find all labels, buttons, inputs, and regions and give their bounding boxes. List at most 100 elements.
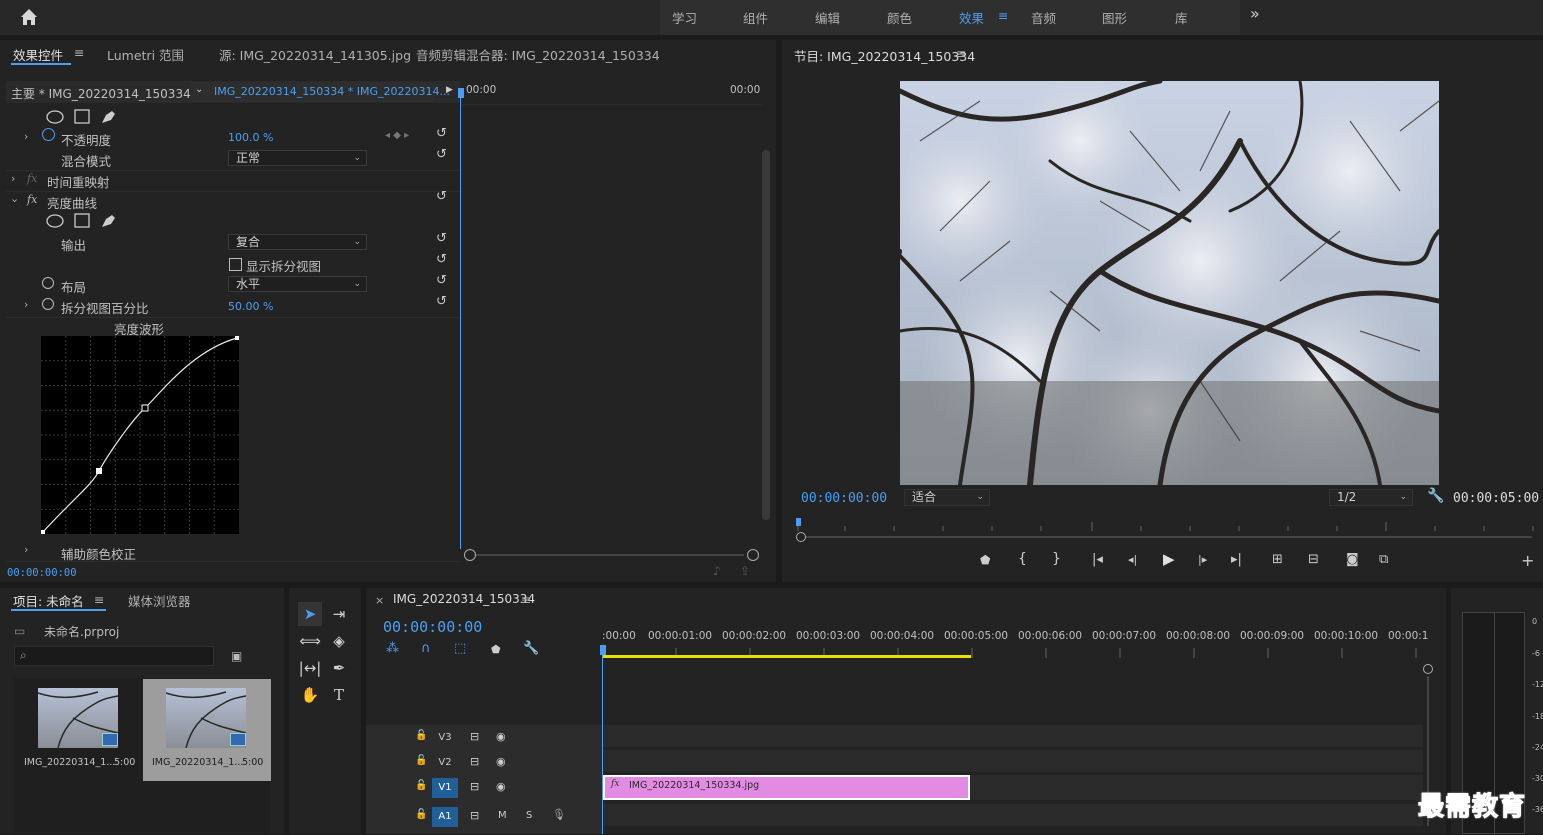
- linked-selection-icon[interactable]: ⬚: [454, 641, 466, 656]
- timeline-zoom-handle[interactable]: [1423, 664, 1433, 674]
- tab-source[interactable]: 源: IMG_20220314_141305.jpg: [219, 45, 411, 64]
- ellipse-mask-icon[interactable]: [46, 110, 64, 124]
- workspace-graphics[interactable]: 图形: [1102, 8, 1127, 27]
- ripple-edit-tool-icon[interactable]: ⟺: [298, 629, 322, 653]
- step-forward-icon[interactable]: |▸: [1198, 553, 1207, 566]
- track-label-v1[interactable]: V1: [432, 778, 458, 798]
- workspace-color[interactable]: 颜色: [887, 8, 912, 27]
- fit-select[interactable]: 适合 ⌄: [904, 489, 990, 506]
- wrench-icon[interactable]: 🔧: [1427, 488, 1444, 504]
- ellipse-mask-icon[interactable]: [46, 214, 64, 228]
- extract-icon[interactable]: ⊟: [1308, 552, 1319, 567]
- solo-button[interactable]: S: [526, 810, 532, 821]
- menu-icon[interactable]: ≡: [998, 8, 1008, 23]
- opacity-value[interactable]: 100.0 %: [228, 131, 273, 144]
- slip-tool-icon[interactable]: |↔|: [298, 656, 322, 680]
- keyframe-nav-icon[interactable]: ◂ ◆ ▸: [385, 130, 409, 141]
- sequence-tab[interactable]: IMG_20220314_150334: [393, 592, 535, 606]
- panel-menu-icon[interactable]: ≡: [74, 45, 84, 60]
- reset-icon[interactable]: ↺: [436, 252, 447, 267]
- blend-mode-select[interactable]: 正常 ⌄: [228, 150, 367, 166]
- sync-lock-icon[interactable]: ⊟: [470, 809, 479, 822]
- stopwatch-icon[interactable]: [42, 277, 54, 289]
- reset-icon[interactable]: ↺: [436, 126, 447, 141]
- reset-icon[interactable]: ↺: [436, 294, 447, 309]
- export-icon[interactable]: ⇪: [740, 564, 750, 578]
- hand-tool-icon[interactable]: ✋: [298, 683, 322, 707]
- compare-view-icon[interactable]: ⧉: [1379, 552, 1388, 567]
- program-zoom-bar[interactable]: [796, 532, 1538, 544]
- workspace-assembly[interactable]: 组件: [743, 8, 768, 27]
- project-item-selected[interactable]: IMG_20220314_1... 5:00: [143, 679, 271, 781]
- workspace-audio[interactable]: 音频: [1031, 8, 1056, 27]
- collapse-icon[interactable]: ⌄: [10, 192, 19, 205]
- step-back-icon[interactable]: ◂|: [1128, 553, 1137, 566]
- rect-mask-icon[interactable]: [74, 109, 90, 124]
- pen-mask-icon[interactable]: [102, 215, 115, 227]
- timeline-clip[interactable]: fx IMG_20220314_150334.jpg: [603, 775, 970, 800]
- stopwatch-icon[interactable]: [42, 128, 55, 141]
- expand-icon[interactable]: ›: [11, 172, 15, 185]
- expand-icon[interactable]: ›: [24, 543, 28, 556]
- tab-project[interactable]: 项目: 未命名: [13, 591, 84, 610]
- program-timecode[interactable]: 00:00:00:00: [801, 491, 887, 506]
- timeline-timecode[interactable]: 00:00:00:00: [383, 618, 482, 636]
- add-marker-icon[interactable]: ⬟: [491, 643, 501, 656]
- pen-tool-icon[interactable]: ✒: [327, 656, 351, 680]
- workspace-libraries[interactable]: 库: [1175, 8, 1188, 27]
- timeline-playhead[interactable]: [602, 646, 603, 834]
- expand-icon[interactable]: ›: [24, 298, 28, 311]
- tab-media-browser[interactable]: 媒体浏览器: [128, 591, 191, 610]
- tab-effect-controls[interactable]: 效果控件: [13, 45, 63, 64]
- layout-select[interactable]: 水平 ⌄: [228, 276, 367, 292]
- workspace-effects[interactable]: 效果: [959, 8, 984, 27]
- selection-tool-icon[interactable]: ➤: [298, 602, 322, 626]
- program-ruler[interactable]: [796, 518, 1538, 532]
- track-label-a1[interactable]: A1: [432, 807, 458, 827]
- tab-lumetri-scopes[interactable]: Lumetri 范围: [107, 45, 184, 64]
- ec-footer-timecode[interactable]: 00:00:00:00: [7, 567, 77, 579]
- camera-icon[interactable]: ◙: [1346, 552, 1359, 567]
- workspace-learn[interactable]: 学习: [672, 8, 697, 27]
- razor-tool-icon[interactable]: ◈: [327, 629, 351, 653]
- go-to-out-icon[interactable]: ▸|: [1231, 552, 1242, 567]
- lock-icon[interactable]: 🔓: [415, 755, 427, 766]
- nest-icon[interactable]: ⁂: [386, 641, 399, 656]
- go-to-in-icon[interactable]: |◂: [1092, 552, 1103, 567]
- split-percent-value[interactable]: 50.00 %: [228, 300, 273, 313]
- panel-menu-icon[interactable]: ≡: [956, 46, 966, 61]
- project-item[interactable]: IMG_20220314_1... 5:00: [16, 680, 142, 780]
- luma-curve-graph[interactable]: [41, 336, 239, 534]
- program-title[interactable]: 节目: IMG_20220314_150334: [794, 46, 975, 65]
- close-icon[interactable]: ×: [375, 594, 384, 607]
- add-marker-icon[interactable]: ⬟: [980, 553, 990, 567]
- wrench-icon[interactable]: 🔧: [523, 641, 539, 656]
- reset-icon[interactable]: ↺: [436, 147, 447, 162]
- stopwatch-icon[interactable]: [42, 298, 54, 310]
- microphone-icon[interactable]: 🎙: [552, 808, 566, 821]
- tab-audio-clip-mixer[interactable]: 音频剪辑混合器: IMG_20220314_150334: [416, 45, 660, 64]
- reset-icon[interactable]: ↺: [436, 273, 447, 288]
- project-search-input[interactable]: ⌕: [14, 646, 214, 666]
- clip-selector[interactable]: ⌄ IMG_20220314_150334 * IMG_20220314...: [191, 82, 450, 102]
- ec-playhead[interactable]: [460, 89, 461, 549]
- lock-icon[interactable]: 🔓: [415, 780, 427, 791]
- audio-icon[interactable]: ♪: [713, 564, 721, 578]
- sync-lock-icon[interactable]: ⊟: [470, 780, 479, 793]
- pen-mask-icon[interactable]: [102, 111, 115, 123]
- lock-icon[interactable]: 🔓: [415, 809, 427, 820]
- ec-zoom-bar[interactable]: [464, 549, 759, 561]
- reset-icon[interactable]: ↺: [436, 231, 447, 246]
- eye-icon[interactable]: ◉: [496, 730, 506, 743]
- work-area-bar[interactable]: [603, 655, 971, 658]
- track-label-v2[interactable]: V2: [432, 753, 458, 773]
- workspace-edit[interactable]: 编辑: [815, 8, 840, 27]
- rect-mask-icon[interactable]: [74, 213, 90, 228]
- master-source-label[interactable]: 主要 * IMG_20220314_150334.jpg: [11, 85, 213, 102]
- program-video-frame[interactable]: [900, 81, 1439, 485]
- play-icon[interactable]: ▶: [1163, 550, 1175, 568]
- home-icon[interactable]: [18, 6, 40, 28]
- eye-icon[interactable]: ◉: [496, 780, 506, 793]
- mute-button[interactable]: M: [498, 810, 507, 821]
- ec-scrollbar[interactable]: [762, 150, 770, 520]
